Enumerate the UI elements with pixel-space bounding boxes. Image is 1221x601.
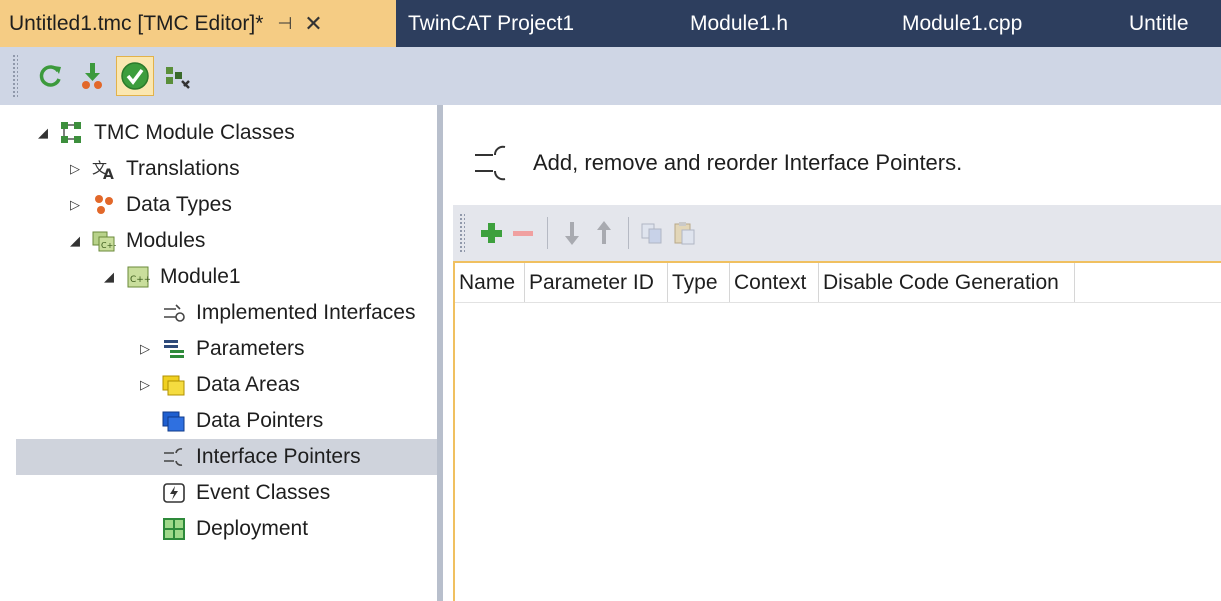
arrow-up-icon xyxy=(597,221,611,244)
expand-icon[interactable]: ▷ xyxy=(68,161,82,177)
data-types-icon xyxy=(92,193,116,217)
expand-icon[interactable]: ▷ xyxy=(68,197,82,213)
tree-node-deployment[interactable]: Deployment xyxy=(138,511,308,547)
expand-icon[interactable]: ▷ xyxy=(138,377,152,393)
expand-icon[interactable]: ▷ xyxy=(138,341,152,357)
add-button[interactable] xyxy=(475,215,507,251)
tree-node-label: Interface Pointers xyxy=(196,445,361,468)
tree-node-label: Data Pointers xyxy=(196,409,324,432)
parameters-icon xyxy=(162,337,186,361)
tab-tmc-editor[interactable]: Untitled1.tmc [TMC Editor]* ⊣ ✕ xyxy=(0,0,396,47)
tab-label: Module1.h xyxy=(690,11,789,35)
generate-button[interactable] xyxy=(158,56,196,96)
tree-node-label: Deployment xyxy=(196,517,309,540)
editor-header: Add, remove and reorder Interface Pointe… xyxy=(473,143,962,183)
module-classes-icon xyxy=(60,121,84,145)
column-header-name[interactable]: Name xyxy=(455,263,525,302)
tree-node-modules[interactable]: ◢ C++ Modules xyxy=(68,223,205,259)
refresh-button[interactable] xyxy=(32,56,70,96)
collapse-icon[interactable]: ◢ xyxy=(102,269,116,285)
tree-node-label: Parameters xyxy=(196,337,305,360)
interface-pointers-grid[interactable]: Name Parameter ID Type Context Disable C… xyxy=(453,261,1221,601)
tab-label: TwinCAT Project1 xyxy=(408,11,575,35)
modules-icon: C++ xyxy=(92,229,116,253)
data-areas-icon xyxy=(162,373,186,397)
interface-pointers-editor: Add, remove and reorder Interface Pointe… xyxy=(443,105,1221,601)
tree-node-tmc-module-classes[interactable]: ◢ TMC Module Classes xyxy=(36,115,295,151)
tree-node-label: Implemented Interfaces xyxy=(196,301,416,324)
tree-node-translations[interactable]: ▷ 文A Translations xyxy=(68,151,240,187)
tree-node-module1[interactable]: ◢ C++ Module1 xyxy=(102,259,241,295)
tree-node-parameters[interactable]: ▷ Parameters xyxy=(138,331,305,367)
grid-header-row: Name Parameter ID Type Context Disable C… xyxy=(455,263,1221,303)
tree-node-label: TMC Module Classes xyxy=(94,121,295,144)
svg-text:C++: C++ xyxy=(130,275,150,285)
copy-icon xyxy=(641,223,662,244)
tab-label: Module1.cpp xyxy=(902,11,1023,35)
module-icon: C++ xyxy=(126,265,150,289)
tree-node-label: Event Classes xyxy=(196,481,331,504)
column-header-context[interactable]: Context xyxy=(730,263,819,302)
deploy-button[interactable] xyxy=(74,56,112,96)
tree-node-data-types[interactable]: ▷ Data Types xyxy=(68,187,232,223)
check-button[interactable] xyxy=(116,56,154,96)
grid-toolbar xyxy=(453,205,1221,261)
arrow-down-icon xyxy=(565,222,579,245)
tree-node-label: Module1 xyxy=(160,265,241,288)
toolbar-separator xyxy=(628,217,629,249)
move-up-button[interactable] xyxy=(588,215,620,251)
interface-pointers-icon xyxy=(162,445,186,469)
tree-node-data-areas[interactable]: ▷ Data Areas xyxy=(138,367,300,403)
generate-icon xyxy=(166,67,190,89)
paste-button[interactable] xyxy=(669,215,701,251)
remove-button[interactable] xyxy=(507,215,539,251)
refresh-icon xyxy=(39,65,61,87)
tree-node-event-classes[interactable]: Event Classes xyxy=(138,475,330,511)
copy-button[interactable] xyxy=(637,215,669,251)
tab-module1-cpp[interactable]: Module1.cpp xyxy=(892,0,1121,47)
svg-text:A: A xyxy=(103,167,114,181)
tree-node-label: Modules xyxy=(126,229,206,252)
pin-icon[interactable]: ⊣ xyxy=(277,14,292,34)
interface-pointers-icon xyxy=(475,145,506,181)
editor-description: Add, remove and reorder Interface Pointe… xyxy=(533,150,963,175)
collapse-icon[interactable]: ◢ xyxy=(36,125,50,141)
interfaces-icon xyxy=(162,301,186,325)
deploy-icon xyxy=(82,63,102,89)
editor-toolbar xyxy=(0,47,1221,105)
toolbar-separator xyxy=(547,217,548,249)
column-header-parameter-id[interactable]: Parameter ID xyxy=(525,263,668,302)
toolbar-grip[interactable] xyxy=(12,54,18,98)
paste-icon xyxy=(674,222,695,245)
deployment-icon xyxy=(162,517,186,541)
tab-label: Untitle xyxy=(1129,11,1189,35)
document-tabstrip: Untitled1.tmc [TMC Editor]* ⊣ ✕ TwinCAT … xyxy=(0,0,1221,47)
tab-twincat-project[interactable]: TwinCAT Project1 xyxy=(396,0,680,47)
translate-icon: 文A xyxy=(92,157,116,181)
move-down-button[interactable] xyxy=(556,215,588,251)
check-icon xyxy=(121,62,149,90)
collapse-icon[interactable]: ◢ xyxy=(68,233,82,249)
event-classes-icon xyxy=(162,481,186,505)
minus-icon xyxy=(513,231,533,236)
tree-node-data-pointers[interactable]: Data Pointers xyxy=(138,403,323,439)
tree-node-label: Data Areas xyxy=(196,373,300,396)
plus-icon xyxy=(481,223,502,243)
toolbar-grip[interactable] xyxy=(459,213,465,253)
column-header-type[interactable]: Type xyxy=(668,263,730,302)
tab-label: Untitled1.tmc [TMC Editor]* xyxy=(9,11,264,35)
tab-untitled[interactable]: Untitle xyxy=(1121,0,1221,47)
tree-node-label: Translations xyxy=(126,157,240,180)
tmc-tree: ◢ TMC Module Classes ▷ 文A Translations ▷… xyxy=(0,105,437,601)
column-header-disable-code-generation[interactable]: Disable Code Generation xyxy=(819,263,1075,302)
tab-module1-h[interactable]: Module1.h xyxy=(680,0,892,47)
close-icon[interactable]: ✕ xyxy=(304,11,322,37)
svg-text:C++: C++ xyxy=(101,241,116,250)
tree-node-interface-pointers[interactable]: Interface Pointers xyxy=(16,439,437,475)
data-pointers-icon xyxy=(162,409,186,433)
tree-node-implemented-interfaces[interactable]: Implemented Interfaces xyxy=(138,295,415,331)
tree-node-label: Data Types xyxy=(126,193,232,216)
